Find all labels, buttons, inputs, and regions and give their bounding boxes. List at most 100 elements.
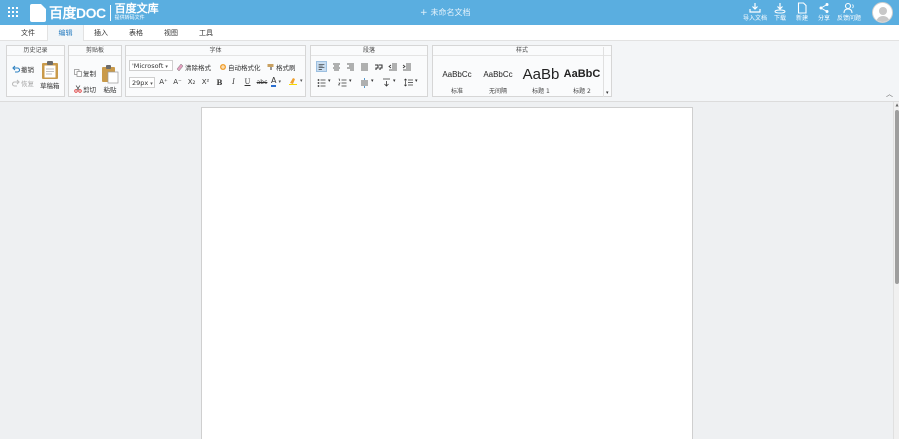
avatar[interactable] — [872, 2, 893, 23]
quote-icon[interactable] — [373, 61, 384, 72]
font-color-button[interactable]: A ▾ — [271, 77, 281, 87]
clear-format-label: 清除格式 — [185, 64, 211, 72]
draft-box-button[interactable]: 草稿箱 — [40, 60, 60, 90]
ribbon: 历史记录 撤销 恢复 草稿箱 剪贴板 复制 剪切 粘贴 字体 'Microsof… — [0, 41, 899, 102]
highlighter-icon — [289, 78, 297, 85]
apps-grid-icon[interactable] — [8, 7, 18, 17]
font-size-value: 29px — [132, 79, 149, 87]
collapse-ribbon-icon[interactable]: ︿ — [886, 89, 893, 99]
style-normal[interactable]: AaBbCc 标准 — [437, 62, 477, 98]
redo-button[interactable]: 恢复 — [12, 78, 34, 88]
clipboard-draft-icon — [41, 61, 58, 79]
auto-format-button[interactable]: 自动格式化 — [219, 62, 261, 72]
feedback-icon — [843, 2, 854, 14]
align-center-icon[interactable] — [331, 61, 342, 72]
copy-icon — [74, 69, 82, 77]
font-family-select[interactable]: 'Microsoft ▾ — [129, 60, 173, 71]
download-icon — [774, 3, 786, 14]
download-button[interactable]: 下载 — [769, 2, 791, 22]
paste-button[interactable]: 粘贴 — [101, 64, 119, 94]
bold-button[interactable]: B — [214, 77, 225, 88]
chevron-down-icon: ▾ — [278, 79, 281, 85]
plus-icon: + — [420, 7, 428, 18]
share-icon — [819, 3, 829, 13]
chevron-down-icon[interactable]: ▾ — [415, 78, 418, 84]
styles-more-button[interactable]: ▾ — [603, 47, 612, 97]
share-label: 分享 — [817, 15, 830, 22]
tab-file[interactable]: 文件 — [10, 25, 46, 41]
new-button[interactable]: 新建 — [791, 2, 813, 22]
chevron-down-icon: ▾ — [606, 90, 609, 96]
shrink-font-button[interactable]: A⁻ — [172, 77, 183, 88]
numbered-list-icon[interactable] — [337, 77, 348, 88]
feedback-label: 反馈问题 — [836, 15, 861, 22]
logo-text: 百度DOC — [49, 4, 106, 21]
clear-format-button[interactable]: 清除格式 — [176, 62, 211, 72]
auto-format-icon — [220, 64, 226, 70]
brush-icon — [267, 64, 274, 70]
top-bar: 百度DOC 百度文库 提供转码文件 + 未命名文档 导入文档 下载 新建 分享 … — [0, 0, 899, 25]
clipboard-group: 剪贴板 复制 剪切 粘贴 — [68, 45, 122, 97]
align-right-icon[interactable] — [345, 61, 356, 72]
document-page[interactable] — [201, 107, 693, 439]
feedback-button[interactable]: 反馈问题 — [835, 2, 863, 22]
import-button[interactable]: 导入文档 — [741, 2, 769, 22]
style-label: 标题 1 — [532, 88, 550, 95]
vertical-align-icon[interactable] — [381, 77, 392, 88]
chevron-down-icon: ▾ — [165, 64, 168, 70]
top-tools: 导入文档 下载 新建 分享 反馈问题 — [741, 2, 863, 22]
share-button[interactable]: 分享 — [813, 2, 835, 22]
line-height-icon[interactable] — [403, 77, 414, 88]
style-sample: AaBb — [522, 65, 560, 83]
redo-label: 恢复 — [21, 80, 34, 88]
undo-button[interactable]: 撤销 — [12, 64, 34, 74]
strikethrough-button[interactable]: abc — [255, 77, 269, 88]
format-painter-button[interactable]: 格式刷 — [267, 62, 296, 72]
doc-logo-icon — [30, 3, 46, 22]
new-label: 新建 — [795, 15, 808, 22]
copy-button[interactable]: 复制 — [74, 68, 96, 78]
style-sample: AaBbCc — [442, 69, 472, 79]
cut-button[interactable]: 剪切 — [74, 84, 96, 94]
font-group-title: 字体 — [126, 46, 305, 56]
tab-insert[interactable]: 插入 — [84, 25, 118, 41]
draft-box-label: 草稿箱 — [40, 82, 60, 90]
bullet-list-icon[interactable] — [316, 77, 327, 88]
font-group: 字体 'Microsoft ▾ 清除格式 自动格式化 格式刷 29px ▾ A⁺ A… — [125, 45, 306, 97]
tab-table[interactable]: 表格 — [118, 25, 154, 41]
outdent-icon[interactable] — [387, 61, 398, 72]
italic-button[interactable]: I — [228, 77, 239, 88]
chevron-down-icon[interactable]: ▾ — [393, 78, 396, 84]
logo-divider — [109, 4, 111, 21]
align-left-icon[interactable] — [316, 61, 327, 72]
superscript-button[interactable]: X² — [200, 77, 211, 88]
font-family-value: 'Microsoft — [132, 62, 164, 70]
document-title-text: 未命名文档 — [430, 8, 471, 17]
style-heading-1[interactable]: AaBb 标题 1 — [519, 62, 563, 98]
tab-edit[interactable]: 编辑 — [47, 25, 84, 41]
style-heading-2[interactable]: AaBbC 标题 2 — [562, 62, 602, 98]
indent-icon[interactable] — [401, 61, 412, 72]
tab-tools[interactable]: 工具 — [188, 25, 224, 41]
highlight-button[interactable]: ▾ — [289, 77, 303, 85]
paragraph-spacing-icon[interactable] — [359, 77, 370, 88]
grow-font-button[interactable]: A⁺ — [158, 77, 169, 88]
vertical-scrollbar[interactable]: ▲ — [893, 102, 899, 439]
format-painter-label: 格式刷 — [276, 64, 296, 72]
align-justify-icon[interactable] — [359, 61, 370, 72]
tab-view[interactable]: 视图 — [154, 25, 188, 41]
scrollbar-thumb[interactable] — [895, 110, 899, 284]
subscript-button[interactable]: X₂ — [186, 77, 197, 88]
undo-icon — [12, 65, 20, 73]
chevron-down-icon[interactable]: ▾ — [328, 78, 331, 84]
document-title[interactable]: + 未命名文档 — [420, 7, 471, 18]
font-size-select[interactable]: 29px ▾ — [129, 77, 155, 88]
chevron-down-icon[interactable]: ▾ — [349, 78, 352, 84]
scroll-up-icon[interactable]: ▲ — [894, 102, 899, 108]
underline-button[interactable]: U — [242, 77, 253, 88]
style-label: 无间隔 — [488, 88, 507, 95]
logo[interactable]: 百度DOC 百度文库 提供转码文件 — [30, 3, 159, 22]
redo-icon — [12, 79, 20, 87]
chevron-down-icon[interactable]: ▾ — [371, 78, 374, 84]
style-no-spacing[interactable]: AaBbCc 无间隔 — [478, 62, 518, 98]
